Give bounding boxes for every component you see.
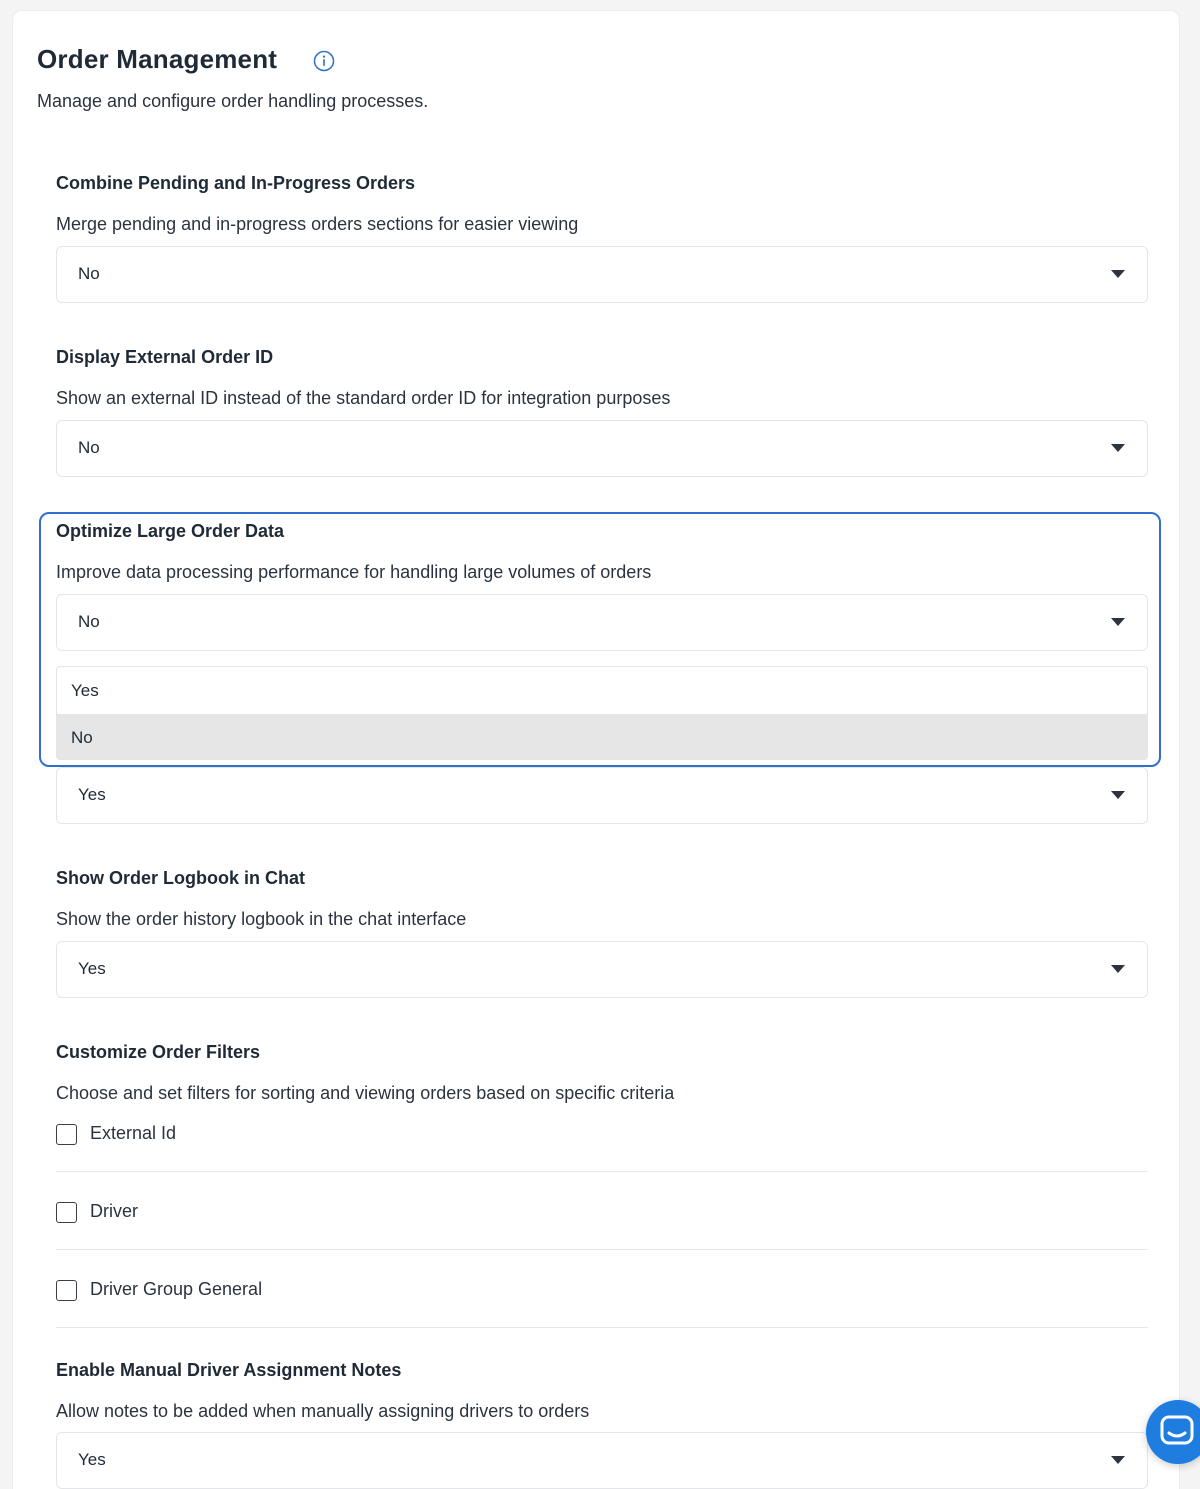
checkbox[interactable] xyxy=(56,1280,77,1301)
info-icon[interactable] xyxy=(313,50,335,72)
select-value: Yes xyxy=(78,1450,106,1469)
checkbox-label: Driver xyxy=(90,1201,138,1221)
focus-outline xyxy=(39,512,1161,767)
combine-orders-description: Merge pending and in-progress orders sec… xyxy=(56,214,579,234)
caret-down-icon xyxy=(1111,791,1125,799)
select-value: Yes xyxy=(78,785,106,804)
page-subtitle: Manage and configure order handling proc… xyxy=(37,91,429,111)
external-order-id-title: Display External Order ID xyxy=(56,347,274,367)
divider xyxy=(56,1327,1148,1328)
select-value: No xyxy=(78,264,100,283)
order-logbook-select[interactable]: Yes xyxy=(56,941,1148,998)
caret-down-icon xyxy=(1111,1456,1125,1464)
hidden-setting-select[interactable]: Yes xyxy=(56,767,1148,824)
select-value: Yes xyxy=(78,959,106,978)
external-order-id-description: Show an external ID instead of the stand… xyxy=(56,388,671,408)
caret-down-icon xyxy=(1111,444,1125,452)
external-order-id-select[interactable]: No xyxy=(56,420,1148,477)
divider xyxy=(56,1171,1148,1172)
select-value: No xyxy=(78,438,100,457)
caret-down-icon xyxy=(1111,965,1125,973)
checkbox-label: Driver Group General xyxy=(90,1279,263,1299)
order-filters-title: Customize Order Filters xyxy=(56,1042,261,1062)
combine-orders-select[interactable]: No xyxy=(56,246,1148,303)
order-logbook-title: Show Order Logbook in Chat xyxy=(56,868,305,888)
divider xyxy=(56,1249,1148,1250)
driver-notes-title: Enable Manual Driver Assignment Notes xyxy=(56,1360,402,1380)
combine-orders-title: Combine Pending and In-Progress Orders xyxy=(56,173,416,193)
driver-notes-description: Allow notes to be added when manually as… xyxy=(56,1401,590,1421)
page-title: Order Management xyxy=(37,44,278,74)
order-filters-description: Choose and set filters for sorting and v… xyxy=(56,1083,675,1103)
checkbox[interactable] xyxy=(56,1124,77,1145)
order-logbook-description: Show the order history logbook in the ch… xyxy=(56,909,467,929)
caret-down-icon xyxy=(1111,270,1125,278)
checkbox[interactable] xyxy=(56,1202,77,1223)
driver-notes-select[interactable]: Yes xyxy=(56,1432,1148,1489)
checkbox-label: External Id xyxy=(90,1123,177,1143)
chat-bubble-icon xyxy=(1160,1415,1194,1445)
